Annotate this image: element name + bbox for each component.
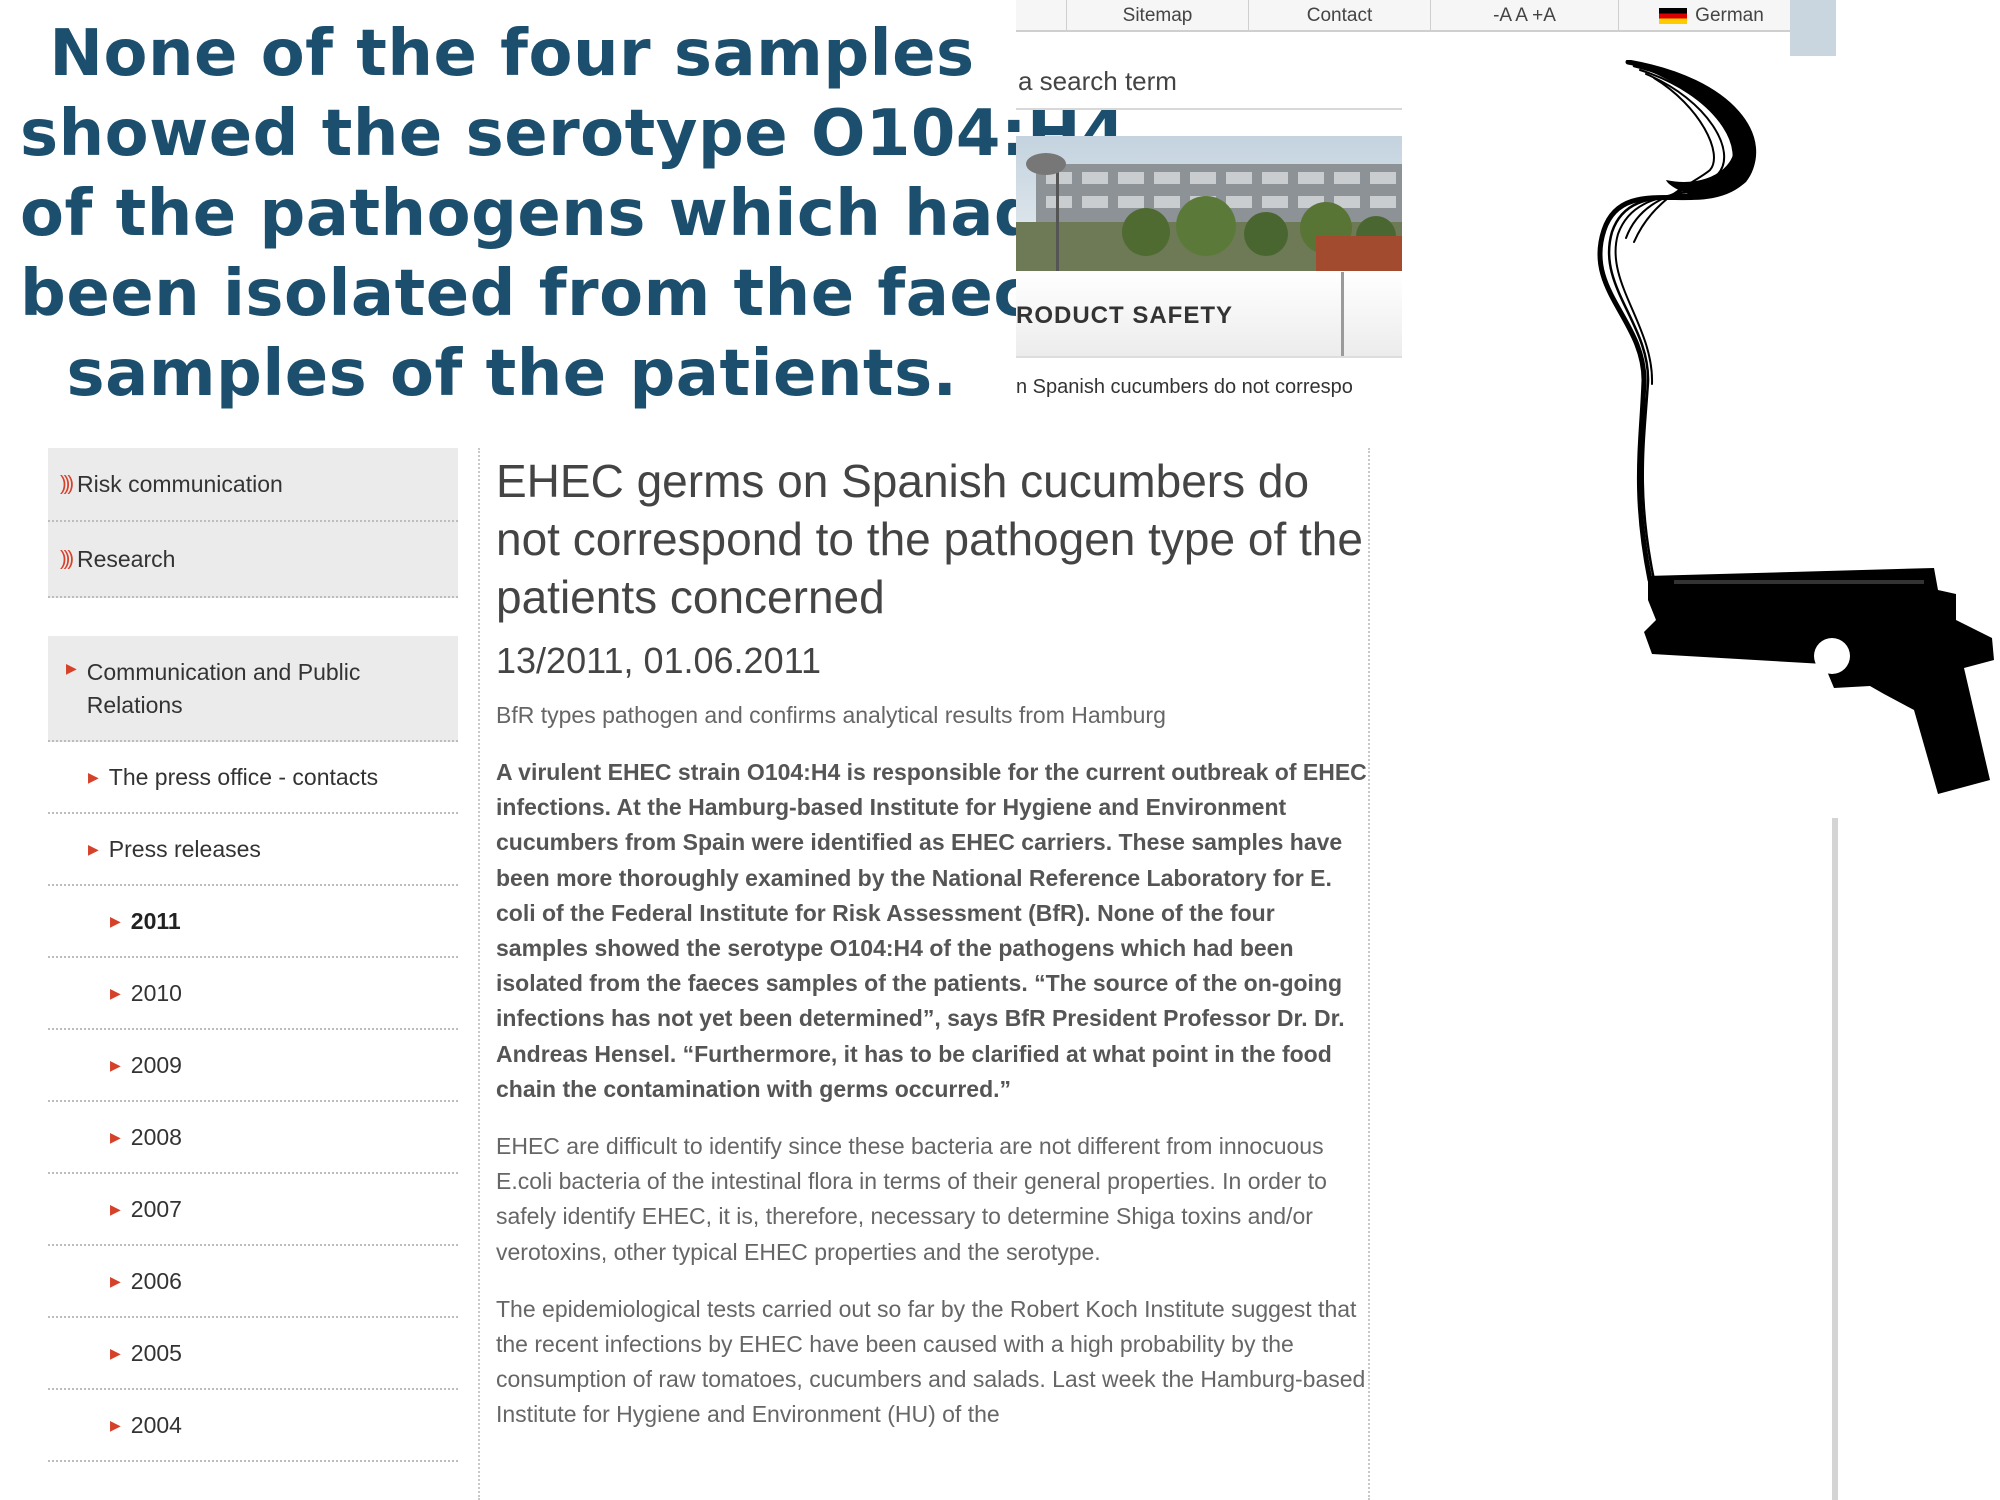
caret-right-icon: ▶ (110, 1344, 121, 1361)
sidebar-year-2010[interactable]: ▶ 2010 (48, 958, 458, 1030)
sound-waves-icon: ))) (60, 472, 74, 495)
caret-right-icon: ▶ (110, 1416, 121, 1433)
sidebar-item-label: Research (76, 545, 176, 572)
caret-right-icon: ▶ (88, 840, 99, 857)
sidebar-item-label: Press releases (108, 835, 261, 862)
sidebar-year-2011[interactable]: ▶ 2011 (48, 886, 458, 958)
headline-line: been isolated from the faeces (20, 257, 1115, 331)
article-title: EHEC germs on Spanish cucumbers do not c… (496, 455, 1363, 623)
sidebar-year-2007[interactable]: ▶ 2007 (48, 1174, 458, 1246)
sidebar-item-press-office[interactable]: ▶ The press office - contacts (48, 742, 458, 814)
caret-right-icon: ▶ (110, 1272, 121, 1289)
article-date: 13/2011, 01.06.2011 (496, 640, 821, 681)
smoking-gun-illustration (1404, 59, 2000, 820)
sidebar-year-label: 2006 (130, 1267, 182, 1294)
font-size-controls[interactable]: -A A +A (1430, 0, 1618, 32)
sidebar-year-2008[interactable]: ▶ 2008 (48, 1102, 458, 1174)
nav-link-contact[interactable]: Contact (1248, 0, 1430, 32)
sidebar-section-label: Communication and Public Relations (86, 659, 361, 718)
sidebar-year-2005[interactable]: ▶ 2005 (48, 1318, 458, 1390)
caret-right-icon: ▶ (110, 1056, 121, 1073)
german-flag-icon (1659, 8, 1688, 24)
language-switch[interactable]: German (1618, 0, 1804, 32)
sidebar-year-2009[interactable]: ▶ 2009 (48, 1030, 458, 1102)
tab-divider (1341, 272, 1344, 356)
vertical-rule (1832, 818, 1838, 1500)
teaser-link[interactable]: n Spanish cucumbers do not correspo (1016, 376, 1402, 406)
sidebar-year-label: 2005 (130, 1339, 182, 1366)
headline-line: None of the four samples (49, 17, 975, 91)
sidebar-year-label: 2008 (130, 1123, 182, 1150)
caret-right-icon: ▶ (66, 660, 77, 676)
article-paragraph: EHEC are difficult to identify since the… (496, 1133, 1327, 1265)
headline-line: of the pathogens which had (20, 177, 1041, 251)
sidebar-item-label: Risk communication (76, 470, 283, 497)
sidebar-year-2004[interactable]: ▶ 2004 (48, 1390, 458, 1462)
sidebar-year-2006[interactable]: ▶ 2006 (48, 1246, 458, 1318)
article-paragraph: The epidemiological tests carried out so… (496, 1295, 1366, 1428)
caret-right-icon: ▶ (110, 1128, 121, 1145)
sidebar-year-label: 2010 (130, 979, 182, 1006)
article-lead: A virulent EHEC strain O104:H4 is respon… (496, 759, 1367, 1102)
caret-right-icon: ▶ (110, 912, 121, 929)
sidebar-year-2003[interactable]: ▶ 2003 (48, 1462, 458, 1500)
caret-right-icon: ▶ (88, 768, 99, 785)
language-label: German (1695, 5, 1764, 26)
headline-line: showed the serotype O104:H4 (20, 97, 1127, 171)
sidebar-year-label: 2009 (130, 1051, 182, 1078)
slide-headline: None of the four samples showed the sero… (20, 14, 1127, 414)
caret-right-icon: ▶ (110, 984, 121, 1001)
sidebar-item-risk-communication[interactable]: ))) Risk communication (48, 448, 458, 522)
sidebar-year-label: 2004 (130, 1411, 182, 1438)
article-subtitle: BfR types pathogen and confirms analytic… (496, 702, 1166, 728)
sound-waves-icon: ))) (60, 547, 74, 570)
header-image-fragment (1790, 0, 1836, 56)
sidebar-year-label: 2003 (131, 1495, 182, 1500)
top-navigation: Sitemap Contact -A A +A German (1016, 0, 1804, 32)
sidebar-item-research[interactable]: ))) Research (48, 522, 458, 598)
article: EHEC germs on Spanish cucumbers do not c… (478, 448, 1370, 1500)
product-safety-tab[interactable]: RODUCT SAFETY (1016, 272, 1402, 358)
sidebar-section-communication[interactable]: ▶ Communication and Public Relations (48, 636, 458, 742)
search-input[interactable]: a search term (1016, 58, 1402, 110)
nav-link-sitemap[interactable]: Sitemap (1066, 0, 1248, 32)
header-banner-image (1016, 136, 1402, 271)
sidebar-year-label: 2011 (130, 907, 181, 934)
product-safety-label: RODUCT SAFETY (1016, 302, 1233, 329)
sidebar-item-label: The press office - contacts (108, 763, 379, 790)
caret-right-icon: ▶ (110, 1200, 121, 1217)
sidebar: ))) Risk communication ))) Research ▶ Co… (48, 448, 458, 1500)
sidebar-item-press-releases[interactable]: ▶ Press releases (48, 814, 458, 886)
sidebar-year-label: 2007 (130, 1195, 182, 1222)
headline-line: samples of the patients. (66, 337, 958, 411)
